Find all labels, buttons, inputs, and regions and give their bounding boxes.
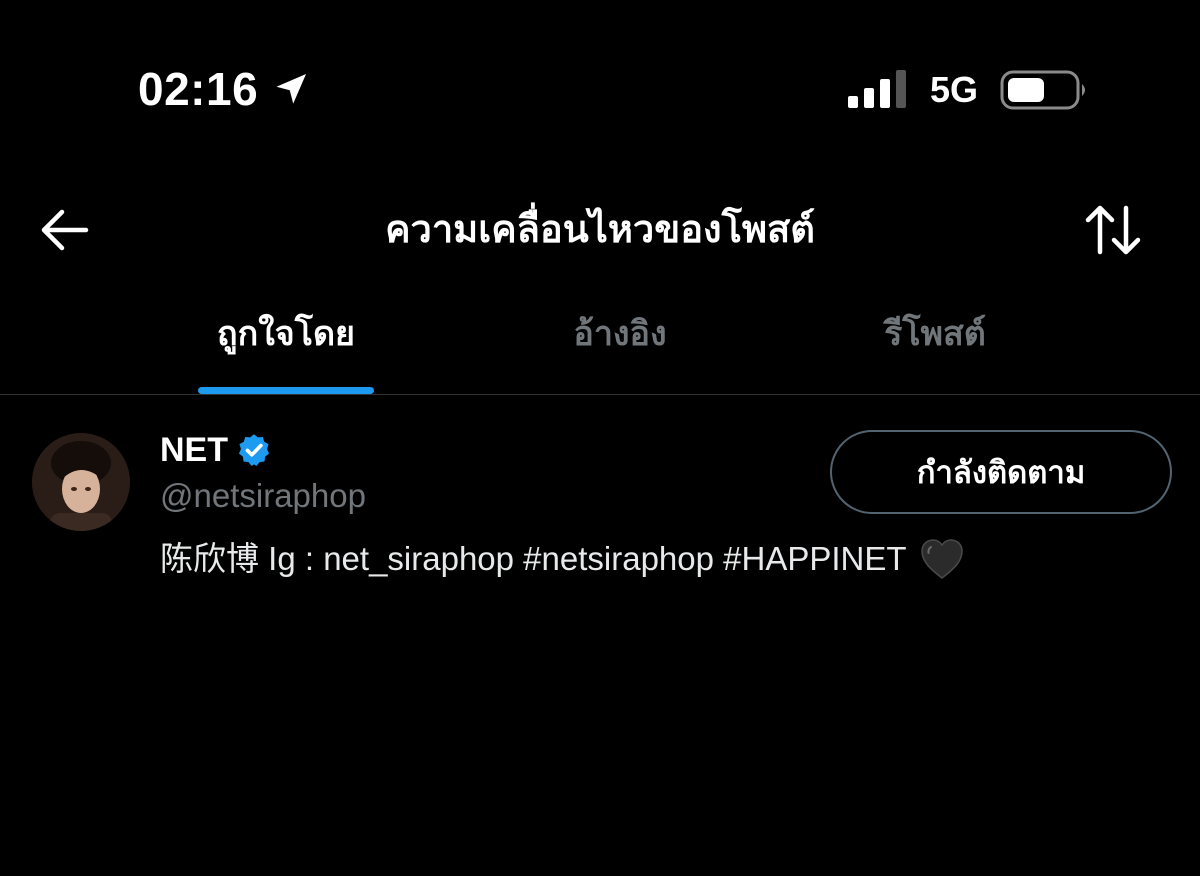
following-button[interactable]: กำลังติดตาม (830, 430, 1172, 514)
black-heart-icon (919, 537, 965, 581)
network-type: 5G (929, 69, 978, 110)
display-name-wrap: NET (160, 429, 272, 471)
tab-quotes[interactable]: อ้างอิง (540, 290, 700, 394)
tab-quotes-label: อ้างอิง (573, 315, 667, 353)
verified-badge-icon (236, 432, 272, 468)
back-arrow-icon[interactable] (40, 208, 90, 252)
tab-reposts-label: รีโพสต์ (884, 315, 986, 353)
status-bar: 02:16 5G (0, 0, 1200, 180)
header-bar: ความเคลื่อนไหวของโพสต์ (0, 180, 1200, 280)
tab-bar: ถูกใจโดย อ้างอิง รีโพสต์ (0, 290, 1200, 395)
cellular-signal-icon (847, 70, 910, 110)
location-arrow-icon (272, 70, 310, 108)
tab-liked-by[interactable]: ถูกใจโดย (198, 290, 374, 394)
user-list-item[interactable]: NET @netsiraphop 陈欣博 Ig : net_siraphop #… (0, 395, 1200, 615)
display-name: NET (160, 431, 228, 469)
tab-reposts[interactable]: รีโพสต์ (855, 290, 1015, 394)
avatar[interactable] (32, 433, 130, 531)
user-bio-text: 陈欣博 Ig : net_siraphop #netsiraphop #HAPP… (160, 540, 907, 577)
status-time: 02:16 (138, 63, 259, 115)
tab-liked-by-label: ถูกใจโดย (217, 315, 355, 353)
sort-arrows-icon[interactable] (1084, 204, 1144, 256)
user-handle: @netsiraphop (160, 477, 366, 514)
active-tab-indicator (198, 387, 374, 394)
status-time-group: 02:16 (138, 62, 310, 116)
status-right-group: 5G (847, 66, 1090, 114)
page-title: ความเคลื่อนไหวของโพสต์ (385, 209, 815, 251)
battery-icon (1000, 68, 1090, 112)
user-bio: 陈欣博 Ig : net_siraphop #netsiraphop #HAPP… (160, 535, 965, 583)
